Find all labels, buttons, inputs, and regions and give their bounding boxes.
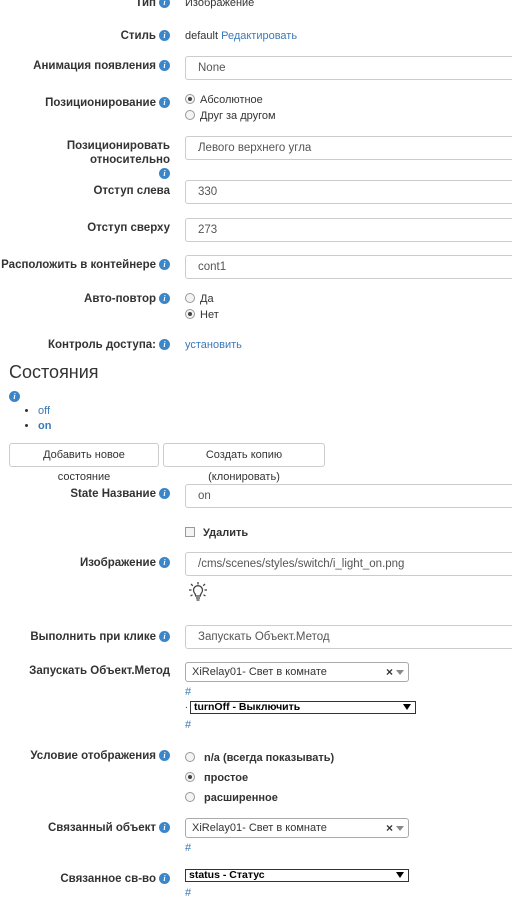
info-icon[interactable]: i: [159, 631, 170, 642]
states-list: off on: [20, 404, 51, 434]
info-icon[interactable]: i: [159, 557, 170, 568]
chevron-down-icon[interactable]: [396, 670, 404, 675]
radio-button[interactable]: [185, 110, 195, 120]
style-value: default Редактировать: [185, 30, 297, 42]
edit-style-link[interactable]: Редактировать: [221, 30, 297, 42]
state-link-on[interactable]: on: [38, 420, 51, 432]
type-label: Тип i: [135, 0, 170, 9]
list-item[interactable]: on: [38, 419, 51, 434]
delete-state-checkbox[interactable]: Удалить: [185, 527, 248, 539]
container-select[interactable]: cont1: [185, 255, 512, 279]
linked-property-hash-link[interactable]: #: [185, 887, 191, 899]
autorepeat-yes-option[interactable]: Да: [185, 293, 214, 305]
info-icon[interactable]: i: [159, 168, 170, 179]
info-icon[interactable]: i: [159, 97, 170, 108]
chevron-down-icon[interactable]: [396, 826, 404, 831]
info-icon[interactable]: i: [159, 259, 170, 270]
clone-state-button[interactable]: Создать копию (клонировать): [163, 443, 325, 483]
linked-object-select[interactable]: XiRelay01- Свет в комнате ×: [185, 818, 409, 838]
access-set-link[interactable]: установить: [185, 339, 242, 351]
autorepeat-no-option[interactable]: Нет: [185, 309, 219, 321]
clear-icon[interactable]: ×: [386, 819, 393, 837]
top-offset-label: Отступ сверху: [87, 222, 170, 234]
info-icon[interactable]: i: [9, 391, 20, 402]
light-bulb-icon[interactable]: [186, 581, 210, 605]
type-value: Изображение: [185, 0, 255, 9]
info-icon[interactable]: i: [159, 822, 170, 833]
linked-object-label: Связанный объект i: [48, 822, 170, 834]
onclick-label: Выполнить при клике i: [30, 631, 170, 643]
positioning-label: Позиционирование i: [45, 97, 170, 109]
linked-property-label: Связанное св-во i: [60, 873, 170, 885]
radio-button-checked[interactable]: [185, 772, 195, 782]
dropdown-arrow-icon[interactable]: [396, 872, 404, 878]
method-select[interactable]: turnOff - Выключить: [190, 701, 416, 714]
image-path-input[interactable]: /cms/scenes/styles/switch/i_light_on.png: [185, 552, 512, 576]
linked-object-hash-link[interactable]: #: [185, 842, 191, 854]
access-label: Контроль доступа: i: [48, 339, 170, 351]
method-hash-link[interactable]: #: [185, 719, 191, 731]
add-state-button[interactable]: Добавить новое состояние: [9, 443, 159, 483]
condition-label: Условие отображения i: [30, 750, 170, 762]
relative-label: Позиционировать относительно i: [66, 140, 170, 179]
checkbox[interactable]: [185, 527, 195, 537]
style-name: default: [185, 30, 219, 42]
info-icon[interactable]: i: [159, 488, 170, 499]
style-label: Стиль i: [121, 30, 170, 42]
left-offset-label: Отступ слева: [93, 185, 170, 197]
radio-button[interactable]: [185, 792, 195, 802]
info-icon[interactable]: i: [159, 873, 170, 884]
info-icon[interactable]: i: [159, 60, 170, 71]
info-icon[interactable]: i: [159, 339, 170, 350]
info-icon[interactable]: i: [159, 750, 170, 761]
positioning-absolute-option[interactable]: Абсолютное: [185, 94, 263, 106]
clear-icon[interactable]: ×: [386, 663, 393, 681]
info-icon[interactable]: i: [159, 30, 170, 41]
relative-select[interactable]: Левого верхнего угла: [185, 136, 512, 160]
info-icon[interactable]: i: [159, 293, 170, 304]
image-label: Изображение i: [80, 557, 170, 569]
top-offset-input[interactable]: 273: [185, 218, 512, 242]
state-name-label: State Название i: [70, 488, 170, 500]
radio-button[interactable]: [185, 752, 195, 762]
left-offset-input[interactable]: 330: [185, 180, 512, 204]
condition-simple-option[interactable]: простое: [185, 772, 248, 784]
condition-always-option[interactable]: n/a (всегда показывать): [185, 752, 334, 764]
autorepeat-label: Авто-повтор i: [84, 293, 170, 305]
positioning-sequential-option[interactable]: Друг за другом: [185, 110, 276, 122]
state-name-input[interactable]: on: [185, 484, 512, 508]
condition-advanced-option[interactable]: расширенное: [185, 792, 278, 804]
radio-button-checked[interactable]: [185, 309, 195, 319]
radio-button[interactable]: [185, 293, 195, 303]
animation-label: Анимация появления i: [33, 60, 170, 72]
linked-property-select[interactable]: status - Статус: [185, 869, 409, 882]
info-icon[interactable]: i: [159, 0, 170, 8]
dropdown-arrow-icon[interactable]: [403, 704, 411, 710]
state-link-off[interactable]: off: [38, 405, 50, 417]
method-separator: .: [185, 700, 188, 711]
states-title: Состояния: [9, 362, 99, 382]
container-label: Расположить в контейнере i: [1, 259, 170, 271]
object-hash-link[interactable]: #: [185, 686, 191, 698]
list-item[interactable]: off: [38, 404, 51, 419]
radio-button-checked[interactable]: [185, 94, 195, 104]
run-object-select[interactable]: XiRelay01- Свет в комнате ×: [185, 662, 409, 682]
run-method-label: Запускать Объект.Метод: [29, 665, 170, 677]
animation-select[interactable]: None: [185, 56, 512, 80]
onclick-action-select[interactable]: Запускать Объект.Метод: [185, 625, 512, 649]
